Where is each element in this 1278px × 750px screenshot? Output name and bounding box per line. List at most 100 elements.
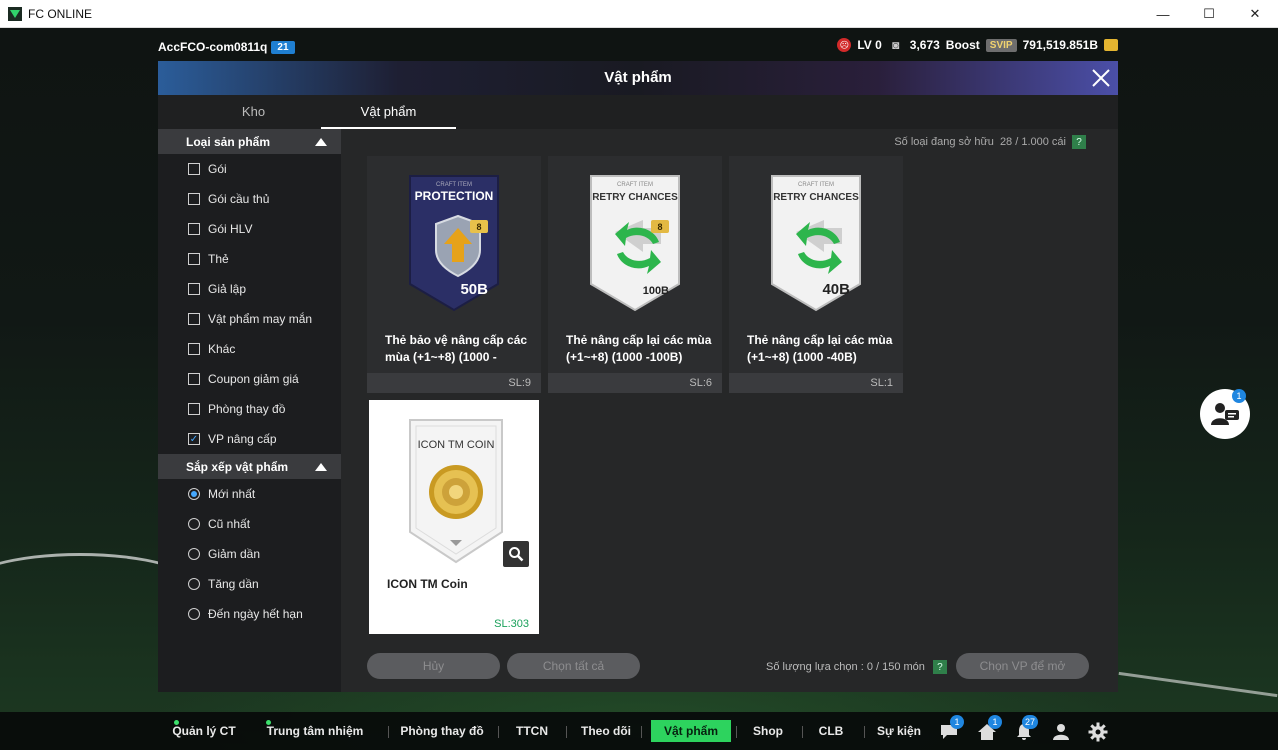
- search-icon: [509, 547, 524, 562]
- item-card[interactable]: CRAFT ITEM RETRY CHANCES 8 100B Thẻ nâng …: [548, 156, 722, 393]
- sort-option[interactable]: Đến ngày hết hạn: [158, 599, 341, 629]
- craft-item-card-art: CRAFT ITEM RETRY CHANCES 40B: [771, 175, 861, 312]
- item-name: ICON TM Coin: [387, 577, 468, 591]
- item-card-image: CRAFT ITEM RETRY CHANCES 8 100B: [548, 156, 722, 320]
- item-card[interactable]: ICON TM COIN ICON TM Coin SL:303: [369, 400, 539, 634]
- sort-option[interactable]: Mới nhất: [158, 479, 341, 509]
- item-card[interactable]: CRAFT ITEM PROTECTION 8 50B Thẻ bảo vệ nâ…: [367, 156, 541, 393]
- minimize-button[interactable]: —: [1140, 0, 1186, 28]
- type-filter-item[interactable]: Gói: [158, 154, 341, 184]
- sort-option[interactable]: Cũ nhất: [158, 509, 341, 539]
- nav-item[interactable]: Vật phẩm: [651, 720, 731, 742]
- items-modal: Vật phẩm Kho Vật phẩm Loại sản phẩm Gói G…: [158, 61, 1118, 692]
- checkbox-icon[interactable]: [188, 163, 200, 175]
- checkbox-icon[interactable]: [188, 313, 200, 325]
- nav-chat-button[interactable]: 1: [938, 715, 964, 743]
- tab-vat-pham[interactable]: Vật phẩm: [321, 95, 456, 129]
- type-filter-header[interactable]: Loại sản phẩm: [158, 129, 341, 154]
- friends-chat-button[interactable]: 1: [1200, 389, 1250, 439]
- type-filter-item[interactable]: Vật phẩm may mắn: [158, 304, 341, 334]
- help-icon[interactable]: ?: [932, 660, 947, 674]
- type-filter-item[interactable]: Khác: [158, 334, 341, 364]
- type-filter-label: Khác: [208, 342, 236, 356]
- nav-item[interactable]: Theo dõi: [576, 720, 636, 742]
- nav-item[interactable]: Sự kiện: [874, 720, 924, 742]
- type-filter-item[interactable]: Coupon giảm giá: [158, 364, 341, 394]
- nav-item[interactable]: Phòng thay đồ: [398, 720, 486, 742]
- help-icon[interactable]: ?: [1072, 135, 1086, 149]
- checkbox-icon[interactable]: [188, 373, 200, 385]
- radio-icon[interactable]: [188, 518, 200, 530]
- nav-settings-button[interactable]: [1087, 721, 1109, 743]
- sort-title: Sắp xếp vật phẩm: [186, 459, 289, 474]
- nav-notifications-button[interactable]: 27: [1013, 715, 1039, 743]
- card-art-small: CRAFT ITEM: [617, 182, 653, 188]
- nav-separator: [641, 726, 642, 738]
- checkbox-icon[interactable]: [188, 223, 200, 235]
- tab-kho[interactable]: Kho: [186, 95, 321, 129]
- item-quantity: SL:1: [729, 373, 903, 393]
- nav-item[interactable]: Shop: [746, 720, 790, 742]
- sort-option-label: Đến ngày hết hạn: [208, 607, 303, 621]
- nav-item[interactable]: Trung tâm nhiệm vụ: [264, 720, 366, 750]
- item-quantity: SL:303: [369, 614, 539, 634]
- card-art-value: 50B: [460, 281, 488, 298]
- sort-list: Mới nhất Cũ nhất Giảm dần Tăng dần Đến ngày …: [158, 479, 341, 629]
- type-filter-item[interactable]: Phòng thay đồ: [158, 394, 341, 424]
- card-art-title: PROTECTION: [415, 189, 494, 203]
- radio-icon[interactable]: [188, 578, 200, 590]
- item-quantity: SL:6: [548, 373, 722, 393]
- select-all-button[interactable]: Chọn tất cả: [507, 653, 640, 679]
- gear-icon: [1088, 722, 1108, 742]
- type-filter-label: Giả lập: [208, 282, 247, 296]
- filter-sidebar: Loại sản phẩm Gói Gói cầu thủ Gói HLV Thẻ Gi…: [158, 129, 341, 692]
- nav-separator: [498, 726, 499, 738]
- sort-header[interactable]: Sắp xếp vật phẩm: [158, 454, 341, 479]
- window-titlebar: FC ONLINE — ☐ ✕: [0, 0, 1278, 28]
- item-card-image: CRAFT ITEM PROTECTION 8 50B: [367, 156, 541, 320]
- checkbox-checked-icon[interactable]: ✓: [188, 433, 200, 445]
- close-window-button[interactable]: ✕: [1232, 0, 1278, 28]
- checkbox-icon[interactable]: [188, 403, 200, 415]
- nav-separator: [864, 726, 865, 738]
- close-modal-button[interactable]: [1084, 61, 1118, 95]
- choose-to-open-button[interactable]: Chọn VP để mở: [956, 653, 1089, 679]
- type-filter-item[interactable]: Gói cầu thủ: [158, 184, 341, 214]
- item-quantity: SL:9: [367, 373, 541, 393]
- card-art-small: CRAFT ITEM: [436, 182, 472, 188]
- modal-header: Vật phẩm: [158, 61, 1118, 95]
- account-info[interactable]: AccFCO-com0811q 21: [158, 40, 295, 54]
- radio-icon[interactable]: [188, 608, 200, 620]
- coin-balance: 791,519.851B: [1022, 38, 1098, 52]
- checkbox-icon[interactable]: [188, 283, 200, 295]
- zoom-button[interactable]: [503, 541, 529, 567]
- card-art-value: 100B: [643, 285, 669, 297]
- radio-icon[interactable]: [188, 548, 200, 560]
- type-filter-label: Phòng thay đồ: [208, 402, 286, 416]
- radio-selected-icon[interactable]: [188, 488, 200, 500]
- collapse-up-icon: [315, 462, 327, 471]
- cancel-button[interactable]: Hủy: [367, 653, 500, 679]
- craft-item-card-art: CRAFT ITEM PROTECTION 8 50B: [409, 175, 499, 312]
- sort-option[interactable]: Tăng dần: [158, 569, 341, 599]
- checkbox-icon[interactable]: [188, 253, 200, 265]
- nav-item[interactable]: Quản lý CT: [172, 720, 236, 742]
- nav-home-button[interactable]: 1: [976, 715, 1002, 743]
- type-filter-label: Coupon giảm giá: [208, 372, 299, 386]
- nav-new-dot: [266, 720, 271, 725]
- nav-separator: [566, 726, 567, 738]
- type-filter-item[interactable]: ✓ VP nâng cấp: [158, 424, 341, 454]
- checkbox-icon[interactable]: [188, 343, 200, 355]
- checkbox-icon[interactable]: [188, 193, 200, 205]
- type-filter-item[interactable]: Giả lập: [158, 274, 341, 304]
- nav-profile-button[interactable]: [1050, 721, 1072, 743]
- type-filter-item[interactable]: Gói HLV: [158, 214, 341, 244]
- nav-item[interactable]: TTCN: [508, 720, 556, 742]
- sort-option[interactable]: Giảm dần: [158, 539, 341, 569]
- type-filter-item[interactable]: Thẻ: [158, 244, 341, 274]
- nav-item[interactable]: CLB: [812, 720, 850, 742]
- window-controls: — ☐ ✕: [1140, 0, 1278, 28]
- item-card[interactable]: CRAFT ITEM RETRY CHANCES 40B Thẻ nâng cấ…: [729, 156, 903, 393]
- maximize-button[interactable]: ☐: [1186, 0, 1232, 28]
- level-text: LV 0: [857, 38, 882, 52]
